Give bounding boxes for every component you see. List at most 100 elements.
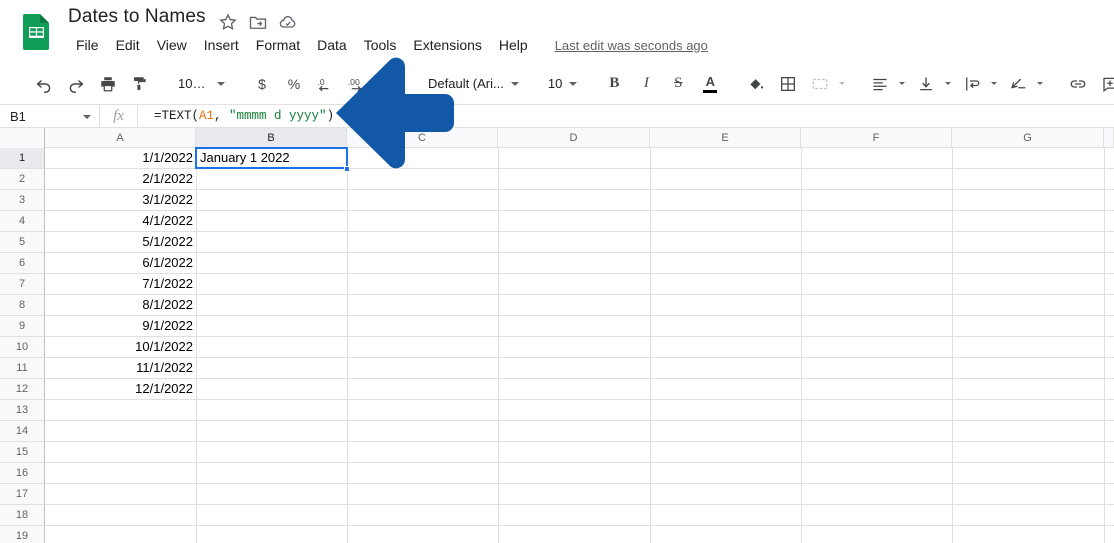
- chevron-down-icon[interactable]: [899, 82, 906, 85]
- borders-icon[interactable]: [774, 70, 802, 98]
- column-header-d[interactable]: D: [498, 128, 650, 148]
- cell-a7[interactable]: 7/1/2022: [45, 274, 196, 294]
- row-header-2[interactable]: 2: [0, 169, 45, 190]
- row-header-6[interactable]: 6: [0, 253, 45, 274]
- menu-extensions[interactable]: Extensions: [405, 35, 489, 55]
- chevron-down-icon[interactable]: [991, 82, 998, 85]
- font-size-select[interactable]: 10: [540, 70, 584, 98]
- increase-decimal-button[interactable]: .00: [344, 70, 372, 98]
- row-header-14[interactable]: 14: [0, 421, 45, 442]
- cell-a10[interactable]: 10/1/2022: [45, 337, 196, 357]
- row-header-18[interactable]: 18: [0, 505, 45, 526]
- italic-button[interactable]: I: [632, 70, 660, 98]
- cell-a9[interactable]: 9/1/2022: [45, 316, 196, 336]
- select-all-corner[interactable]: [0, 128, 45, 148]
- fill-color-icon[interactable]: [742, 70, 770, 98]
- menu-edit[interactable]: Edit: [108, 35, 148, 55]
- cell-a3[interactable]: 3/1/2022: [45, 190, 196, 210]
- cell-area[interactable]: 1/1/2022 2/1/2022 3/1/2022 4/1/2022 5/1/2022…: [45, 147, 1114, 543]
- chevron-down-icon: [569, 81, 578, 86]
- row-header-1[interactable]: 1: [0, 148, 45, 169]
- column-header-b[interactable]: B: [196, 128, 347, 148]
- menu-data[interactable]: Data: [309, 35, 355, 55]
- cell-a1[interactable]: 1/1/2022: [45, 148, 196, 168]
- chevron-down-icon[interactable]: [1037, 82, 1044, 85]
- row-header-4[interactable]: 4: [0, 211, 45, 232]
- grid-line-horizontal: [45, 252, 1114, 253]
- menu-insert[interactable]: Insert: [196, 35, 247, 55]
- row-header-15[interactable]: 15: [0, 442, 45, 463]
- undo-icon[interactable]: [30, 70, 58, 98]
- row-header-5[interactable]: 5: [0, 232, 45, 253]
- insert-comment-icon[interactable]: [1096, 70, 1114, 98]
- menu-tools[interactable]: Tools: [356, 35, 405, 55]
- font-family-select[interactable]: Default (Ari...: [420, 70, 526, 98]
- strikethrough-button[interactable]: S: [664, 70, 692, 98]
- chevron-down-icon: [217, 81, 225, 86]
- row-header-10[interactable]: 10: [0, 337, 45, 358]
- horizontal-align-icon[interactable]: [866, 70, 894, 98]
- row-header-19[interactable]: 19: [0, 526, 45, 543]
- cell-a12[interactable]: 12/1/2022: [45, 379, 196, 399]
- cell-a5[interactable]: 5/1/2022: [45, 232, 196, 252]
- insert-link-icon[interactable]: [1064, 70, 1092, 98]
- cell-a8[interactable]: 8/1/2022: [45, 295, 196, 315]
- percent-format-button[interactable]: %: [280, 70, 308, 98]
- bold-button[interactable]: B: [600, 70, 628, 98]
- cell-a2[interactable]: 2/1/2022: [45, 169, 196, 189]
- zoom-select[interactable]: 100%: [170, 70, 232, 98]
- star-icon[interactable]: [218, 12, 238, 32]
- row-header-9[interactable]: 9: [0, 316, 45, 337]
- grid-line-horizontal: [45, 294, 1114, 295]
- cell-a6[interactable]: 6/1/2022: [45, 253, 196, 273]
- chevron-down-icon[interactable]: [83, 114, 91, 119]
- fx-icon: fx: [100, 104, 138, 128]
- column-header-c[interactable]: C: [347, 128, 498, 148]
- row-header-13[interactable]: 13: [0, 400, 45, 421]
- menu-help[interactable]: Help: [491, 35, 536, 55]
- currency-format-button[interactable]: $: [248, 70, 276, 98]
- row-header-8[interactable]: 8: [0, 295, 45, 316]
- formula-cell-reference: A1: [199, 108, 215, 123]
- grid-line-horizontal: [45, 525, 1114, 526]
- redo-icon[interactable]: [62, 70, 90, 98]
- font-size-value: 10: [547, 76, 563, 91]
- decrease-decimal-button[interactable]: .0: [312, 70, 340, 98]
- menu-format[interactable]: Format: [248, 35, 308, 55]
- chevron-down-icon[interactable]: [945, 82, 952, 85]
- name-box[interactable]: B1: [0, 104, 100, 128]
- column-header-h[interactable]: [1104, 128, 1114, 148]
- text-wrap-icon[interactable]: [958, 70, 986, 98]
- row-header-17[interactable]: 17: [0, 484, 45, 505]
- chevron-down-icon[interactable]: [839, 82, 846, 85]
- more-formats-button[interactable]: 123: [376, 70, 404, 98]
- row-header-7[interactable]: 7: [0, 274, 45, 295]
- column-header-f[interactable]: F: [801, 128, 952, 148]
- grid-line-horizontal: [45, 378, 1114, 379]
- text-rotation-icon[interactable]: [1004, 70, 1032, 98]
- merge-cells-icon[interactable]: [806, 70, 834, 98]
- menu-view[interactable]: View: [149, 35, 195, 55]
- paint-format-icon[interactable]: [126, 70, 154, 98]
- cell-b1[interactable]: January 1 2022: [196, 148, 347, 168]
- move-to-folder-icon[interactable]: [248, 12, 268, 32]
- menu-file[interactable]: File: [68, 35, 107, 55]
- column-header-e[interactable]: E: [650, 128, 801, 148]
- print-icon[interactable]: [94, 70, 122, 98]
- text-color-button[interactable]: A: [696, 70, 724, 98]
- document-title[interactable]: Dates to Names: [68, 6, 206, 28]
- row-header-16[interactable]: 16: [0, 463, 45, 484]
- row-header-12[interactable]: 12: [0, 379, 45, 400]
- cell-a4[interactable]: 4/1/2022: [45, 211, 196, 231]
- column-header-g[interactable]: G: [952, 128, 1104, 148]
- last-edit-status[interactable]: Last edit was seconds ago: [555, 38, 708, 53]
- column-header-a[interactable]: A: [45, 128, 196, 148]
- zoom-value: 100%: [178, 76, 210, 91]
- cell-a11[interactable]: 11/1/2022: [45, 358, 196, 378]
- row-header-3[interactable]: 3: [0, 190, 45, 211]
- vertical-align-icon[interactable]: [912, 70, 940, 98]
- row-headers: 1 2 3 4 5 6 7 8 9 10 11 12 13 14 15 16 17 18 19: [0, 148, 45, 543]
- cloud-saved-icon[interactable]: [278, 12, 298, 32]
- formula-input[interactable]: =TEXT(A1, "mmmm d yyyy"): [138, 105, 1114, 128]
- row-header-11[interactable]: 11: [0, 358, 45, 379]
